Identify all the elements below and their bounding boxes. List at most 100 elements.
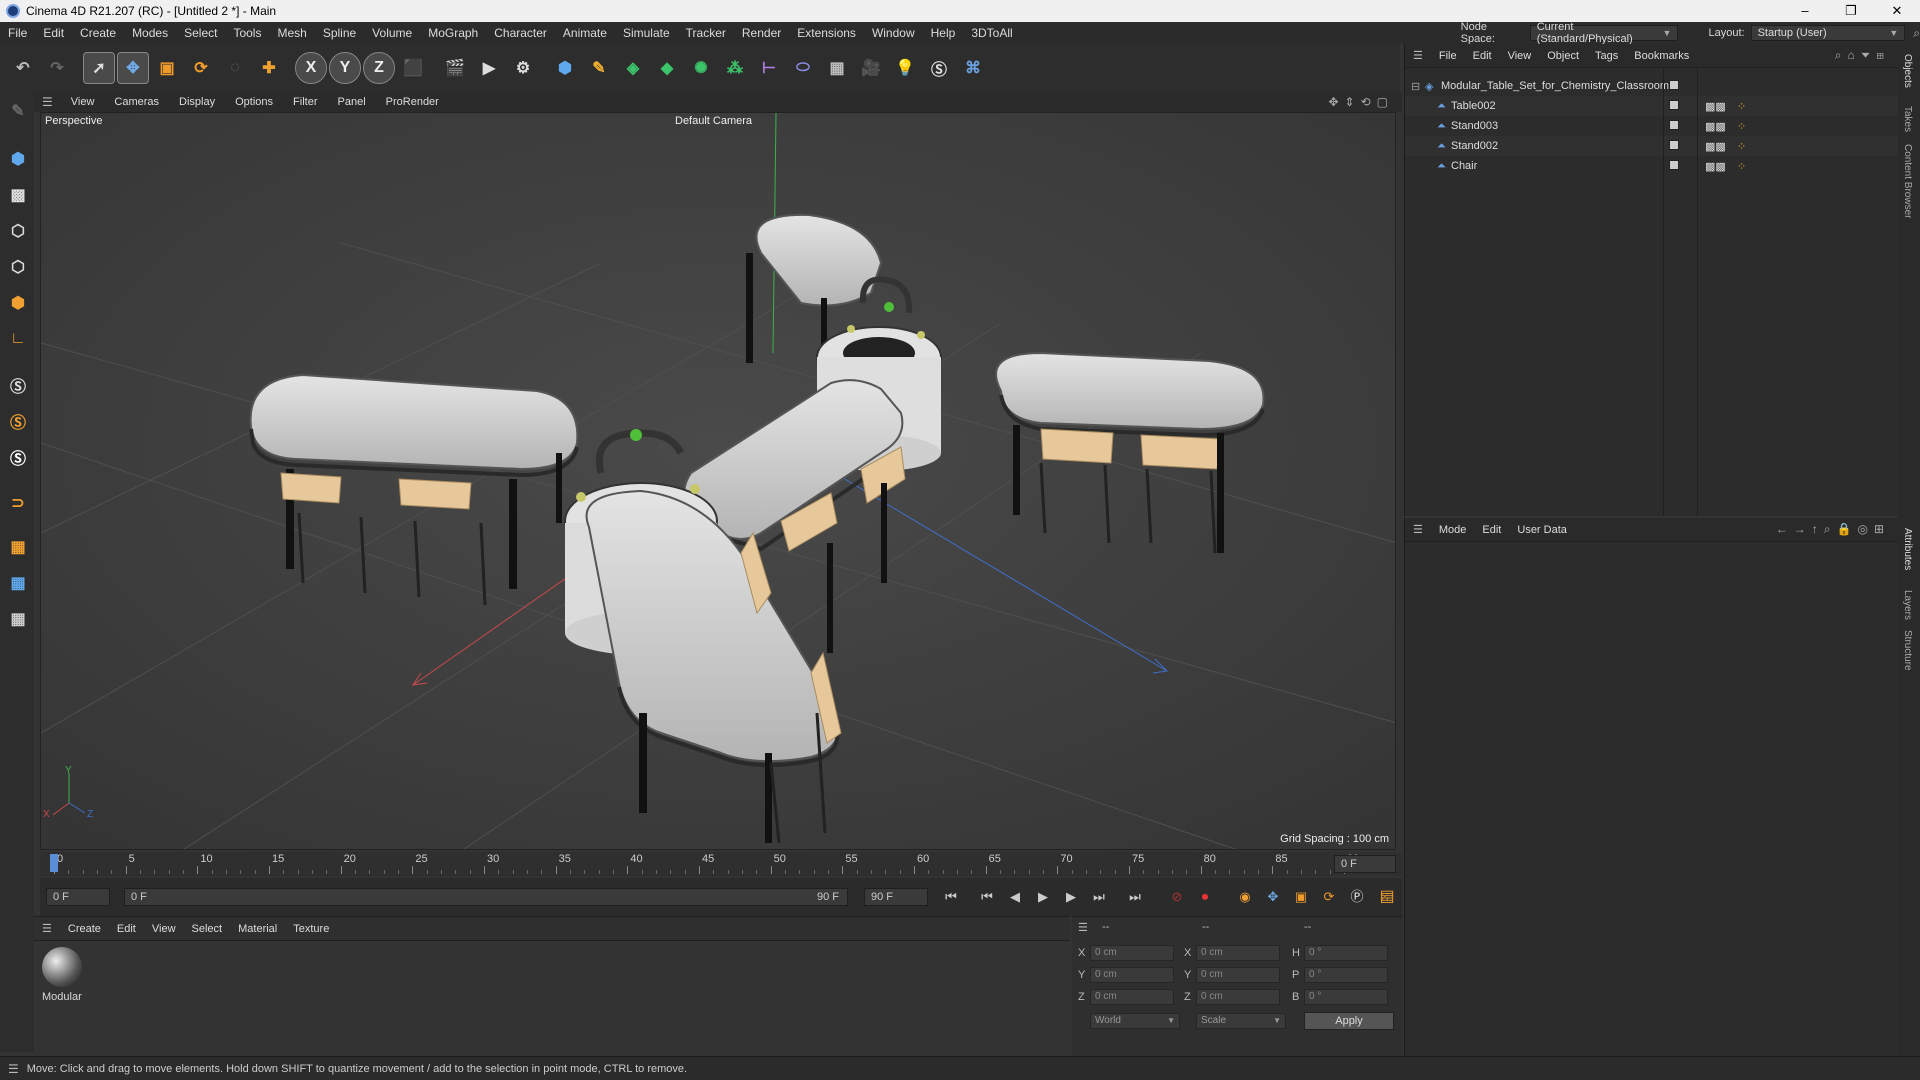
next-key-icon[interactable]: ⏭ xyxy=(1088,887,1110,907)
menu-spline[interactable]: Spline xyxy=(315,22,364,44)
visibility-toggle[interactable] xyxy=(1669,79,1679,93)
previous-key-icon[interactable]: ⏮ xyxy=(976,887,998,907)
previous-frame-icon[interactable]: ◀ xyxy=(1004,887,1026,907)
keyframe-selection-icon[interactable]: ◉ xyxy=(1234,887,1256,907)
hamburger-icon[interactable]: ☰ xyxy=(0,1062,27,1076)
rotate-view-icon[interactable]: ⟲ xyxy=(1361,95,1377,109)
menu-edit[interactable]: Edit xyxy=(35,22,72,44)
material-name[interactable]: Modular xyxy=(42,991,82,1003)
snap-settings-icon[interactable]: Ⓢ xyxy=(3,406,33,436)
maximize-view-icon[interactable]: ▢ xyxy=(1377,95,1394,109)
undo-icon[interactable]: ↶ xyxy=(8,53,38,83)
render-picture-icon[interactable]: ▶ xyxy=(474,53,504,83)
deformer-icon[interactable]: ⊢ xyxy=(754,53,784,83)
snap-icon[interactable]: Ⓢ xyxy=(3,370,33,400)
key-parameter-icon[interactable]: Ⓟ xyxy=(1346,887,1368,907)
menu-volume[interactable]: Volume xyxy=(364,22,420,44)
camera-icon[interactable]: 🎥 xyxy=(856,53,886,83)
pos-y-field[interactable]: 0 cm xyxy=(1090,967,1174,983)
hamburger-icon[interactable]: ☰ xyxy=(1405,523,1431,536)
phong-tag-icon[interactable]: ⁘ xyxy=(1737,160,1746,173)
collapse-icon[interactable]: ⊟ xyxy=(1411,80,1420,93)
scale-icon[interactable]: ▣ xyxy=(152,53,182,83)
viewport-menu-view[interactable]: View xyxy=(61,96,105,108)
mat-menu-view[interactable]: View xyxy=(144,923,184,935)
render-settings-icon[interactable]: ⚙ xyxy=(508,53,538,83)
hamburger-icon[interactable]: ☰ xyxy=(1078,921,1088,934)
end-frame-field[interactable]: 90 F xyxy=(864,888,928,906)
select-icon[interactable]: ➚ xyxy=(83,52,115,84)
restore-button[interactable]: ❐ xyxy=(1828,0,1874,22)
search-icon[interactable]: ⌕ xyxy=(1835,48,1848,62)
minimize-button[interactable]: – xyxy=(1782,0,1828,22)
floor-icon[interactable]: ▦ xyxy=(822,53,852,83)
go-to-start-icon[interactable]: ⏮ xyxy=(940,887,962,907)
viewport-menu-filter[interactable]: Filter xyxy=(283,96,327,108)
grid-icon[interactable]: ▦ xyxy=(3,568,33,598)
pan-view-icon[interactable]: ✥ xyxy=(1328,95,1344,109)
node-space-dropdown[interactable]: Current (Standard/Physical) ▼ xyxy=(1529,21,1679,45)
edges-mode-icon[interactable]: ⬡ xyxy=(3,252,33,282)
z-axis-icon[interactable]: Z xyxy=(363,52,395,84)
hamburger-icon[interactable]: ☰ xyxy=(34,95,61,109)
obj-menu-tags[interactable]: Tags xyxy=(1587,50,1626,62)
tab-layers[interactable]: Layers xyxy=(1902,590,1913,620)
mat-menu-select[interactable]: Select xyxy=(184,923,231,935)
render-view-icon[interactable]: 🎬 xyxy=(440,53,470,83)
subdivision-icon[interactable]: ◈ xyxy=(618,53,648,83)
object-row-root[interactable]: ⊟ ◈ Modular_Table_Set_for_Chemistry_Clas… xyxy=(1405,76,1899,96)
workplane-icon[interactable]: ▦ xyxy=(3,532,33,562)
phong-tag-icon[interactable]: ⁘ xyxy=(1737,140,1746,153)
texture-mode-icon[interactable]: ▩ xyxy=(3,180,33,210)
up-icon[interactable]: ↑ xyxy=(1812,522,1824,536)
dolly-view-icon[interactable]: ⇕ xyxy=(1345,95,1361,109)
obj-menu-bookmarks[interactable]: Bookmarks xyxy=(1626,50,1697,62)
hamburger-icon[interactable]: ☰ xyxy=(34,922,60,935)
key-scale-icon[interactable]: ▣ xyxy=(1290,887,1312,907)
mat-menu-texture[interactable]: Texture xyxy=(285,923,337,935)
visibility-toggle[interactable] xyxy=(1669,139,1679,153)
locked-workplane-icon[interactable]: ▦ xyxy=(3,604,33,634)
cloner-icon[interactable]: ✺ xyxy=(686,53,716,83)
model-mode-icon[interactable]: ⬢ xyxy=(3,144,33,174)
pos-z-field[interactable]: 0 cm xyxy=(1090,989,1174,1005)
mat-menu-material[interactable]: Material xyxy=(230,923,285,935)
y-axis-icon[interactable]: Y xyxy=(329,52,361,84)
attr-menu-edit[interactable]: Edit xyxy=(1474,524,1509,536)
tab-structure[interactable]: Structure xyxy=(1902,630,1913,671)
obj-menu-view[interactable]: View xyxy=(1500,50,1540,62)
layout-dropdown[interactable]: Startup (User) ▼ xyxy=(1750,25,1906,41)
hamburger-icon[interactable]: ☰ xyxy=(1405,49,1431,62)
menu-mograph[interactable]: MoGraph xyxy=(420,22,486,44)
material-tag-icon[interactable]: ▩▩ xyxy=(1705,160,1726,173)
close-button[interactable]: ✕ xyxy=(1874,0,1920,22)
array-icon[interactable]: ⁂ xyxy=(720,53,750,83)
viewport-menu-cameras[interactable]: Cameras xyxy=(104,96,169,108)
size-z-field[interactable]: 0 cm xyxy=(1196,989,1280,1005)
material-tag-icon[interactable]: ▩▩ xyxy=(1705,120,1726,133)
phong-tag-icon[interactable]: ⁘ xyxy=(1737,120,1746,133)
x-axis-icon[interactable]: X xyxy=(295,52,327,84)
mat-menu-edit[interactable]: Edit xyxy=(109,923,144,935)
go-to-end-icon[interactable]: ⏭ xyxy=(1124,887,1146,907)
rot-b-field[interactable]: 0 ° xyxy=(1304,989,1388,1005)
forward-icon[interactable]: → xyxy=(1794,522,1812,536)
autokey-icon[interactable]: ⏺ xyxy=(1194,887,1216,907)
key-position-icon[interactable]: ✥ xyxy=(1262,887,1284,907)
rot-p-field[interactable]: 0 ° xyxy=(1304,967,1388,983)
points-mode-icon[interactable]: ⬡ xyxy=(3,216,33,246)
play-icon[interactable]: ▶ xyxy=(1032,887,1054,907)
visibility-toggle[interactable] xyxy=(1669,159,1679,173)
tab-attributes[interactable]: Attributes xyxy=(1902,528,1913,570)
axis-mode-icon[interactable]: ∟ xyxy=(3,324,33,354)
back-icon[interactable]: ← xyxy=(1776,522,1794,536)
move-icon[interactable]: ✥ xyxy=(117,52,149,84)
menu-animate[interactable]: Animate xyxy=(555,22,615,44)
object-row[interactable]: ⏶ Stand002 ▩▩ ⁘ xyxy=(1405,136,1899,156)
mat-menu-create[interactable]: Create xyxy=(60,923,109,935)
rotate-icon[interactable]: ⟳ xyxy=(186,53,216,83)
light-icon[interactable]: 💡 xyxy=(890,53,920,83)
timeline-window-icon[interactable]: ▤ xyxy=(1376,886,1398,908)
current-frame-field[interactable]: 0 F xyxy=(1334,855,1396,873)
obj-menu-edit[interactable]: Edit xyxy=(1465,50,1500,62)
